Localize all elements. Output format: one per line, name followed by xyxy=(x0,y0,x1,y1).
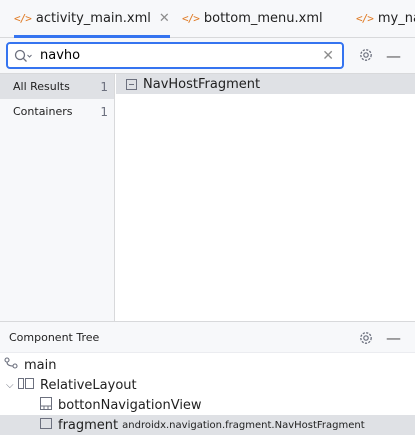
result-item[interactable]: NavHostFragment xyxy=(116,74,415,94)
filter-count: 1 xyxy=(100,79,108,94)
result-filter-list: All Results 1 Containers 1 xyxy=(0,74,115,321)
tab-bottom-menu[interactable]: </> bottom_menu.xml xyxy=(182,0,323,37)
search-toolbar: ✕ — xyxy=(0,38,415,74)
filter-count: 1 xyxy=(100,104,108,119)
tree-node-main[interactable]: main xyxy=(0,355,415,375)
tree-node-label: bottonNavigationView xyxy=(58,397,202,413)
component-tree: main ⌵ RelativeLayout bottonNavigationVi… xyxy=(0,353,415,440)
xml-file-icon: </> xyxy=(182,12,200,25)
filter-containers[interactable]: Containers 1 xyxy=(0,99,114,124)
panel-title: Component Tree xyxy=(9,331,100,344)
close-icon[interactable]: ✕ xyxy=(159,11,170,26)
filter-all-results[interactable]: All Results 1 xyxy=(0,74,114,99)
settings-gear-icon[interactable] xyxy=(358,330,374,349)
editor-tab-bar: </> activity_main.xml ✕ </> bottom_menu.… xyxy=(0,0,415,38)
tree-node-relativelayout[interactable]: ⌵ RelativeLayout xyxy=(0,375,415,395)
chevron-down-icon[interactable]: ⌵ xyxy=(6,380,18,391)
tab-label: bottom_menu.xml xyxy=(203,11,323,26)
search-results: NavHostFragment xyxy=(116,74,415,321)
search-icon[interactable] xyxy=(12,44,34,67)
view-class-icon xyxy=(126,78,137,90)
tree-node-label: fragment xyxy=(58,417,119,433)
tab-my-nav[interactable]: </> my_na xyxy=(356,0,415,37)
xml-file-icon: </> xyxy=(356,12,374,25)
settings-gear-icon[interactable] xyxy=(358,47,374,66)
clear-search-icon[interactable]: ✕ xyxy=(322,48,334,64)
tree-node-label: RelativeLayout xyxy=(40,377,137,393)
tab-activity-main[interactable]: </> activity_main.xml ✕ xyxy=(14,0,170,38)
component-tree-header: Component Tree — xyxy=(0,321,415,353)
bottom-navigation-icon xyxy=(40,396,52,414)
hide-panel-icon[interactable]: — xyxy=(386,47,401,65)
tree-node-label: main xyxy=(24,357,57,373)
filter-label: All Results xyxy=(13,80,70,93)
navigation-graph-icon xyxy=(4,357,18,373)
tab-label: activity_main.xml xyxy=(35,11,151,26)
hide-panel-icon[interactable]: — xyxy=(386,329,401,347)
result-label: NavHostFragment xyxy=(143,76,261,92)
tree-node-bottom-navigation[interactable]: bottonNavigationView xyxy=(0,395,415,415)
tab-label: my_na xyxy=(377,11,415,26)
tree-node-fragment[interactable]: fragment androidx.navigation.fragment.Na… xyxy=(0,415,415,435)
fragment-icon xyxy=(40,417,52,433)
search-box[interactable]: ✕ xyxy=(6,42,344,69)
filter-label: Containers xyxy=(13,105,73,118)
tree-node-class: androidx.navigation.fragment.NavHostFrag… xyxy=(122,419,365,431)
search-input[interactable] xyxy=(40,48,323,63)
xml-file-icon: </> xyxy=(14,12,32,25)
relative-layout-icon xyxy=(18,377,34,393)
